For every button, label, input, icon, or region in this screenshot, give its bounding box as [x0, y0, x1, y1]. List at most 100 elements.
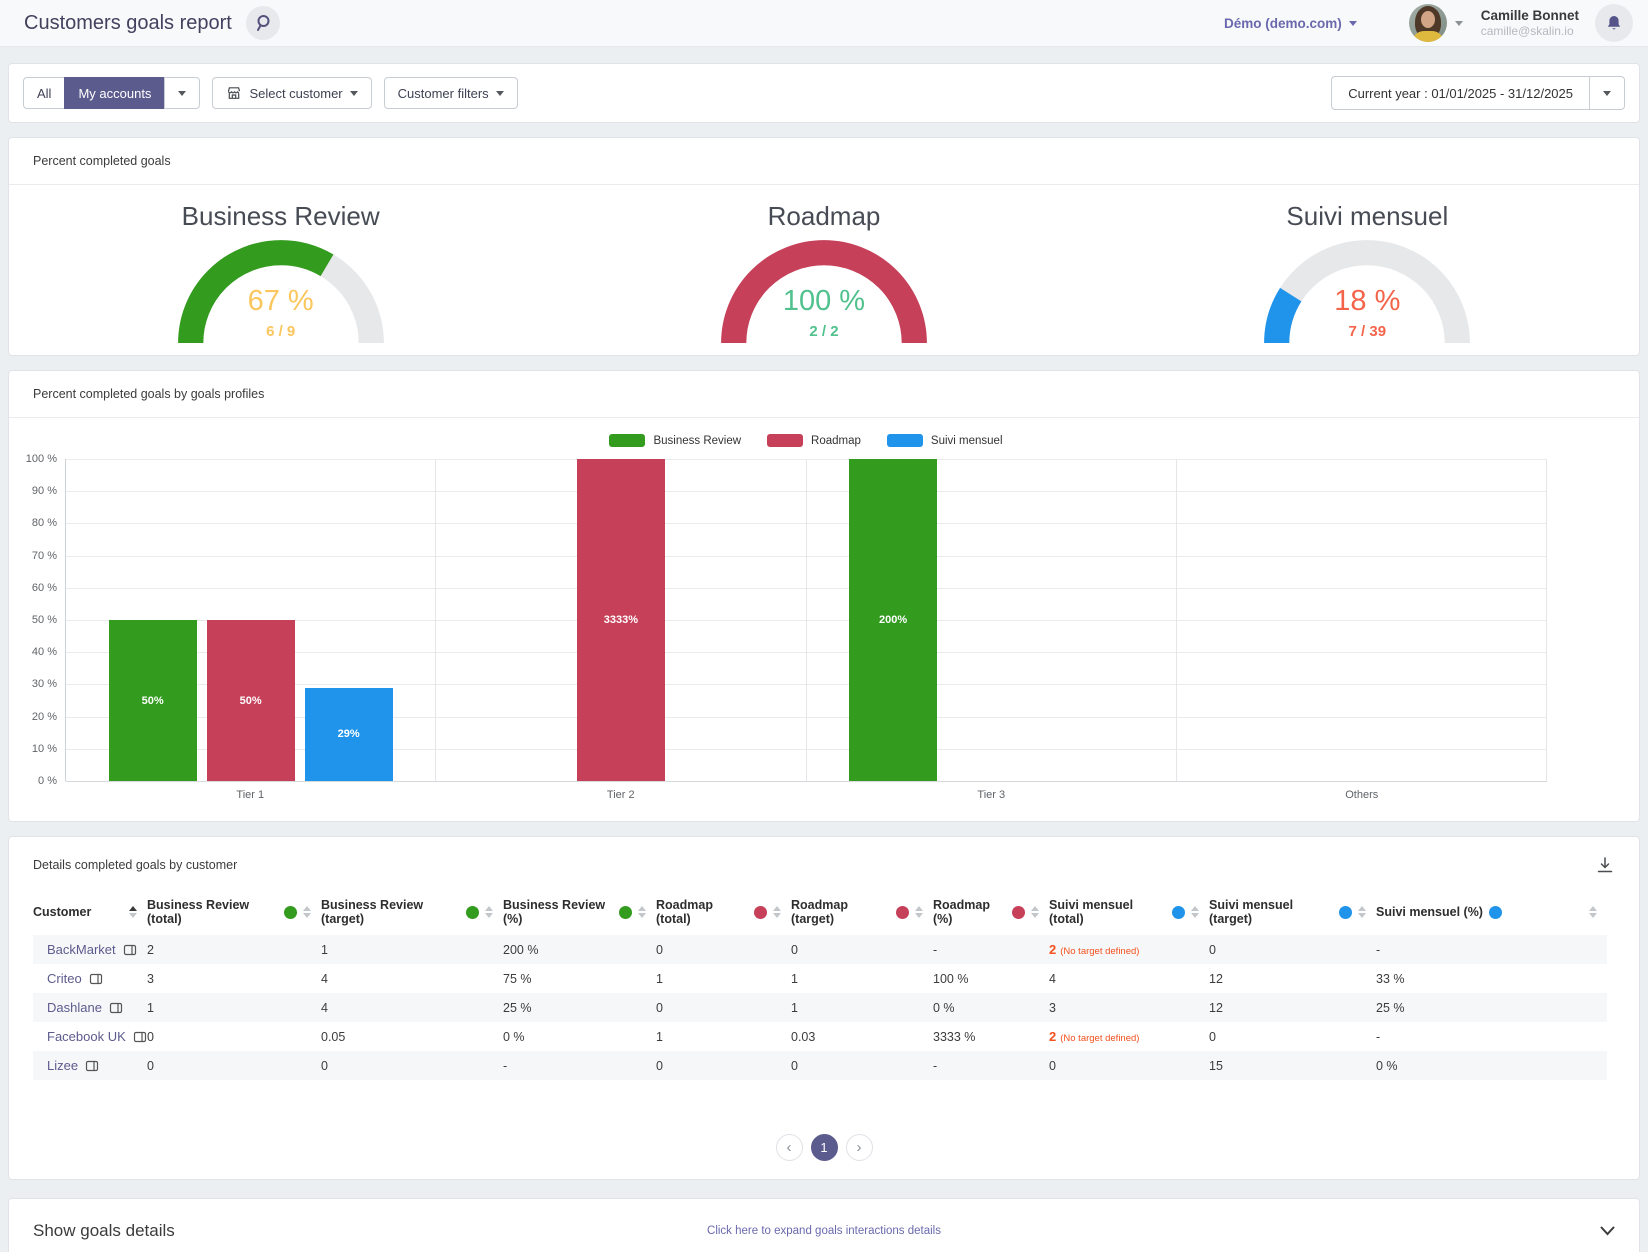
sort-icon[interactable]	[1031, 906, 1039, 918]
table-cell: 3	[1049, 993, 1209, 1022]
avatar-shirt	[1412, 31, 1444, 42]
table-cell: 0	[791, 1051, 933, 1080]
column-header-suivi-mensuel-total[interactable]: Suivi mensuel (total)	[1049, 889, 1209, 935]
filter-bar: All My accounts Select customer Customer…	[8, 63, 1640, 123]
column-label: Suivi mensuel (%)	[1376, 905, 1483, 919]
show-goals-details-bar[interactable]: Show goals details Click here to expand …	[8, 1198, 1640, 1252]
sort-icon[interactable]	[1589, 906, 1597, 918]
customer-link[interactable]: Criteo	[33, 971, 103, 986]
details-expand-hint[interactable]: Click here to expand goals interactions …	[33, 1225, 1615, 1237]
customer-cell: Lizee	[33, 1051, 147, 1080]
table-cell: -	[1376, 935, 1607, 964]
column-header-suivi-mensuel-target[interactable]: Suivi mensuel (target)	[1209, 889, 1376, 935]
sort-icon[interactable]	[915, 906, 923, 918]
column-header-roadmap-total[interactable]: Roadmap (total)	[656, 889, 791, 935]
page: Customers goals report Démo (demo.com) C…	[0, 0, 1648, 1252]
table-cell: -	[503, 1051, 656, 1080]
x-axis-label-others: Others	[1177, 789, 1548, 801]
chart-categories: 50%50%29%3333%200%	[66, 459, 1547, 781]
x-axis-label-tier-3: Tier 3	[806, 789, 1177, 801]
column-header-business-review[interactable]: Business Review (%)	[503, 889, 656, 935]
legend-item-business-review[interactable]: Business Review	[609, 434, 741, 447]
table-cell: 4	[321, 964, 503, 993]
column-header-business-review-target[interactable]: Business Review (target)	[321, 889, 503, 935]
bar-value-label: 3333%	[604, 614, 638, 626]
bar-business-review-tier-3: 200%	[849, 459, 937, 781]
column-label: Roadmap (total)	[656, 898, 748, 926]
bar-slot	[1045, 459, 1133, 781]
bar-business-review-tier-1: 50%	[109, 620, 197, 781]
bar-value-label: 29%	[338, 728, 360, 740]
download-button[interactable]	[1595, 855, 1615, 875]
notifications-button[interactable]	[1595, 4, 1633, 42]
column-header-suivi-mensuel[interactable]: Suivi mensuel (%)	[1376, 889, 1607, 935]
pagination-prev-button[interactable]: ‹	[776, 1134, 803, 1161]
y-axis-label: 90 %	[32, 485, 57, 497]
sort-icon[interactable]	[773, 906, 781, 918]
sort-icon[interactable]	[129, 906, 137, 918]
bar-roadmap-tier-2: 3333%	[577, 459, 665, 781]
customer-link[interactable]: BackMarket	[33, 942, 137, 957]
table-cell: 25 %	[503, 993, 656, 1022]
pagination-page-1-button[interactable]: 1	[811, 1134, 838, 1161]
column-header-roadmap[interactable]: Roadmap (%)	[933, 889, 1049, 935]
gauge-percent-value: 67 %	[176, 285, 386, 318]
sort-icon[interactable]	[485, 906, 493, 918]
warning-note: (No target defined)	[1060, 946, 1139, 957]
column-header-customer[interactable]: Customer	[33, 889, 147, 935]
accounts-scope-caret-button[interactable]	[164, 77, 200, 109]
date-range-button[interactable]: Current year : 01/01/2025 - 31/12/2025	[1331, 76, 1589, 110]
column-label: Business Review (target)	[321, 898, 460, 926]
gauge-fraction: 6 / 9	[176, 323, 386, 340]
table-header-row: CustomerBusiness Review (total)Business …	[33, 889, 1607, 935]
sort-icon[interactable]	[1358, 906, 1366, 918]
chevron-down-icon	[1349, 21, 1357, 26]
date-range-caret-button[interactable]	[1589, 76, 1625, 110]
customer-link[interactable]: Facebook UK	[33, 1029, 147, 1044]
customer-link[interactable]: Dashlane	[33, 1000, 123, 1015]
warning-value: 2	[1049, 1029, 1056, 1044]
column-label: Customer	[33, 905, 91, 919]
sort-icon[interactable]	[638, 906, 646, 918]
bar-slot: 3333%	[577, 459, 665, 781]
user-block: Camille Bonnet camille@skalin.io	[1481, 7, 1579, 39]
my-accounts-button[interactable]: My accounts	[64, 77, 164, 109]
table-cell: 4	[321, 993, 503, 1022]
customer-link[interactable]: Lizee	[33, 1058, 99, 1073]
customer-cell: BackMarket	[33, 935, 147, 964]
table-cell: 15	[1209, 1051, 1376, 1080]
select-customer-button[interactable]: Select customer	[212, 77, 371, 109]
table-cell: -	[1376, 1022, 1607, 1051]
table-cell: 1	[656, 964, 791, 993]
search-button[interactable]	[246, 6, 280, 40]
table-cell: 1	[791, 993, 933, 1022]
legend-item-roadmap[interactable]: Roadmap	[767, 434, 861, 447]
pagination-next-button[interactable]: ›	[846, 1134, 873, 1161]
avatar-chevron-down-icon[interactable]	[1455, 21, 1463, 26]
table-cell: 0	[321, 1051, 503, 1080]
avatar[interactable]	[1409, 4, 1447, 42]
table-cell: 0.03	[791, 1022, 933, 1051]
open-customer-icon	[133, 1030, 147, 1044]
user-email: camille@skalin.io	[1481, 24, 1579, 39]
all-accounts-button[interactable]: All	[23, 77, 64, 109]
gauge-chart: 18 %7 / 39	[1262, 238, 1472, 343]
sort-icon[interactable]	[303, 906, 311, 918]
warning-note: (No target defined)	[1060, 1033, 1139, 1044]
column-header-business-review-total[interactable]: Business Review (total)	[147, 889, 321, 935]
table-cell: 0	[1209, 1022, 1376, 1051]
column-header-roadmap-target[interactable]: Roadmap (target)	[791, 889, 933, 935]
y-axis-label: 80 %	[32, 517, 57, 529]
table-cell: 0.05	[321, 1022, 503, 1051]
table-row-backmarket: BackMarket21200 %00-2(No target defined)…	[33, 935, 1607, 964]
customer-filters-button[interactable]: Customer filters	[384, 77, 518, 109]
sort-icon[interactable]	[1191, 906, 1199, 918]
bar-slot: 200%	[849, 459, 937, 781]
y-axis-label: 70 %	[32, 550, 57, 562]
open-customer-icon	[89, 972, 103, 986]
table-cell: 1	[321, 935, 503, 964]
legend-item-suivi-mensuel[interactable]: Suivi mensuel	[887, 434, 1003, 447]
table-cell: 2 (No target defined)	[1049, 1022, 1209, 1051]
table-cell: 1	[147, 993, 321, 1022]
organization-dropdown[interactable]: Démo (demo.com)	[1224, 16, 1357, 31]
